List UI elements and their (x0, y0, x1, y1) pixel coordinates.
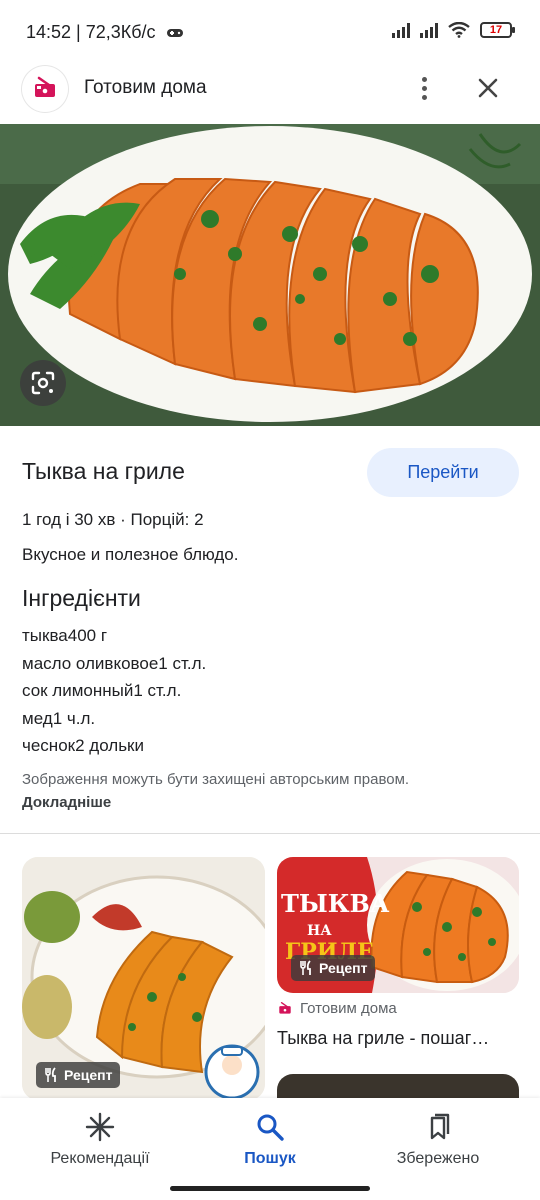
status-bar: 14:52 | 72,3Кб/с 17 (0, 0, 540, 64)
site-logo[interactable] (22, 66, 68, 112)
recipe-badge-label: Рецепт (319, 960, 368, 976)
lens-search-button[interactable] (20, 360, 66, 406)
logo-icon (35, 76, 55, 97)
site-title: Готовим дома (84, 77, 207, 98)
result-title[interactable]: Тыква на гриле - пошаг… (277, 1028, 519, 1049)
recipe-meta: 1 год і 30 хв · Порцій: 2 (22, 510, 204, 529)
nav-recommendations[interactable]: Рекомендації (10, 1098, 190, 1188)
hero-image[interactable] (0, 124, 540, 426)
result-source[interactable]: Готовим дома (277, 1000, 397, 1017)
wifi-icon (448, 22, 470, 38)
bottom-navigation: Рекомендації Пошук Збережено (0, 1098, 540, 1200)
nav-label: Пошук (244, 1150, 296, 1167)
signal-icon (392, 22, 410, 38)
lens-icon (31, 371, 55, 395)
recipe-badge: Рецепт (291, 955, 376, 981)
signal-icon-2 (420, 22, 438, 38)
result-card-right[interactable]: ТЫКВА НА ГРИЛЕ Рецепт (277, 857, 519, 993)
gamepad-icon (167, 29, 183, 37)
image-text-title: ТЫКВА (281, 889, 390, 918)
more-dot-icon (421, 76, 427, 82)
copyright-text: Зображення можуть бути захищені авторськ… (22, 771, 410, 788)
home-indicator[interactable] (170, 1186, 370, 1191)
recipe-badge: Рецепт (36, 1062, 121, 1088)
recipe-description: Вкусное и полезное блюдо. (22, 545, 239, 564)
close-icon[interactable] (470, 70, 506, 106)
battery-icon: 17 (480, 22, 515, 38)
more-options-button[interactable] (408, 70, 440, 106)
nav-label: Збережено (396, 1150, 480, 1167)
result-card-left[interactable]: Рецепт (22, 857, 265, 1100)
go-button[interactable]: Перейти (367, 448, 519, 497)
fork-knife-icon (45, 1067, 56, 1082)
result-source-label: Готовим дома (300, 1000, 397, 1017)
nav-label: Рекомендації (50, 1150, 150, 1167)
ingredient-item: мед1 ч.л. (22, 708, 96, 728)
ingredients-heading: Інгредієнти (22, 585, 141, 611)
ingredient-item: чеснок2 дольки (22, 736, 144, 755)
fork-knife-icon (300, 960, 311, 975)
more-dot-icon (421, 94, 427, 100)
copyright-notice: Зображення можуть бути захищені авторськ… (22, 768, 442, 814)
ingredient-item: сок лимонный1 ст.л. (22, 681, 182, 700)
grilled-pumpkin-photo (0, 124, 540, 426)
divider (0, 833, 540, 834)
ingredient-item: тыква400 г (22, 626, 108, 645)
learn-more-link[interactable]: Докладніше (22, 794, 111, 811)
ingredient-item: масло оливковое1 ст.л. (22, 653, 207, 673)
recipe-title: Тыква на гриле (22, 458, 185, 484)
source-favicon-icon (279, 1001, 291, 1014)
asterisk-icon (85, 1112, 115, 1142)
ingredients-list: тыква400 г масло оливковое1 ст.л. сок ли… (22, 622, 206, 760)
bookmarks-icon (430, 1113, 450, 1140)
search-icon (257, 1114, 284, 1141)
recipe-badge-label: Рецепт (64, 1067, 113, 1083)
nav-search[interactable]: Пошук (180, 1098, 360, 1188)
more-dot-icon (421, 85, 427, 91)
image-text-na: НА (307, 923, 332, 939)
nav-saved[interactable]: Збережено (348, 1098, 528, 1188)
status-icons: 17 (392, 22, 515, 38)
app-header: Готовим дома (0, 64, 540, 124)
status-time: 14:52 | 72,3Кб/с (26, 22, 156, 42)
